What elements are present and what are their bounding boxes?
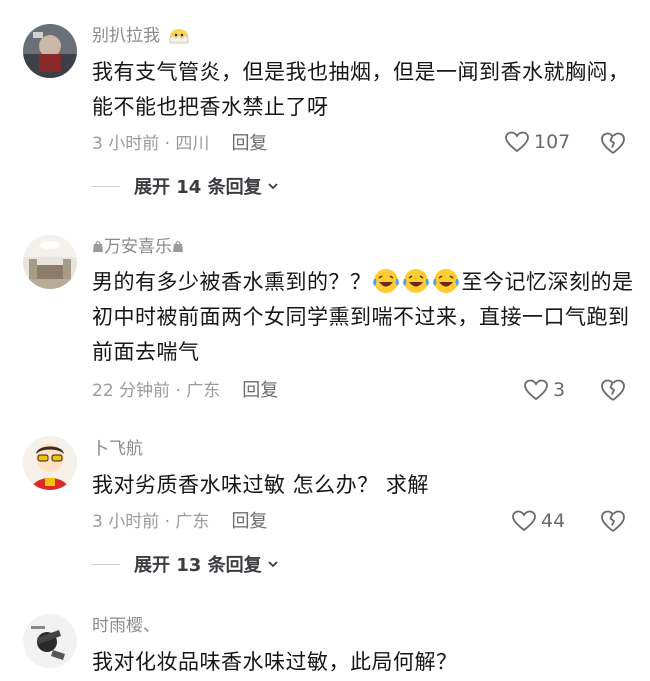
broken-heart-icon[interactable]: [600, 130, 626, 156]
chevron-down-icon: [267, 561, 278, 568]
reply-button[interactable]: 回复: [231, 133, 267, 154]
comment-text: 我对劣质香水味过敏 怎么办？ 求解: [92, 473, 429, 497]
hatching-chick-icon: [170, 29, 189, 44]
username[interactable]: 时雨樱、: [92, 615, 160, 637]
avatar[interactable]: [23, 235, 77, 289]
like-button[interactable]: 3: [523, 378, 565, 402]
avatar-image: [23, 235, 77, 289]
small-bag-icon: [173, 241, 183, 252]
expand-replies-label: 展开 14 条回复: [134, 177, 262, 198]
heart-icon: [512, 510, 536, 532]
avatar[interactable]: [23, 24, 77, 78]
like-count: 3: [553, 379, 566, 401]
like-button[interactable]: 44: [511, 509, 565, 533]
time-location: 22 分钟前 · 广东: [92, 381, 221, 401]
avatar[interactable]: [23, 436, 77, 490]
expand-replies-button[interactable]: 展开 14 条回复: [92, 173, 280, 199]
time-location: 3 小时前 · 四川: [92, 134, 210, 154]
avatar-image: [23, 614, 77, 668]
chevron-down-icon: [267, 183, 278, 190]
broken-heart-icon[interactable]: [600, 377, 626, 403]
like-count: 44: [541, 510, 566, 532]
time-location: 3 小时前 · 广东: [92, 512, 210, 532]
divider-line: [92, 563, 120, 565]
reply-button[interactable]: 回复: [231, 511, 267, 532]
like-button[interactable]: 107: [504, 130, 570, 154]
small-bag-icon: [93, 241, 103, 252]
avatar[interactable]: [23, 614, 77, 668]
reply-button[interactable]: 回复: [242, 380, 278, 401]
username[interactable]: 卜飞航: [92, 438, 143, 460]
username[interactable]: 万安喜乐: [92, 236, 184, 258]
expand-replies-button[interactable]: 展开 13 条回复: [92, 551, 280, 577]
heart-icon: [505, 131, 529, 153]
comment-meta: 22 分钟前 · 广东 回复: [92, 380, 278, 402]
expand-replies-label: 展开 13 条回复: [134, 555, 262, 576]
comment-text-part: 男的有多少被香水熏到的？？: [92, 270, 372, 294]
comment-text: 我对化妆品味香水味过敏，此局何解？: [92, 650, 458, 674]
broken-heart-icon[interactable]: [600, 508, 626, 534]
avatar-image: [23, 436, 77, 490]
comment-meta: 3 小时前 · 广东 回复: [92, 511, 267, 533]
laughing-crying-emoji: [372, 269, 399, 293]
comment-meta: 3 小时前 · 四川 回复: [92, 133, 267, 155]
comment-list: 别扒拉我 我有支气管炎，但是我也抽烟，但是一闻到香水就胸闷，能不能也把香水禁止了…: [0, 0, 650, 681]
laughing-crying-emoji: [402, 269, 429, 293]
comment-text: 我有支气管炎，但是我也抽烟，但是一闻到香水就胸闷，能不能也把香水禁止了呀: [92, 60, 630, 119]
heart-icon: [524, 379, 548, 401]
avatar-image: [23, 24, 77, 78]
divider-line: [92, 185, 120, 187]
like-count: 107: [534, 131, 571, 153]
laughing-crying-emoji: [432, 269, 459, 293]
comment-text: 男的有多少被香水熏到的？？ 至今记忆深刻的是初中时被前面两个女同学熏到喘不过来，…: [92, 265, 638, 370]
username[interactable]: 别扒拉我: [92, 24, 190, 47]
